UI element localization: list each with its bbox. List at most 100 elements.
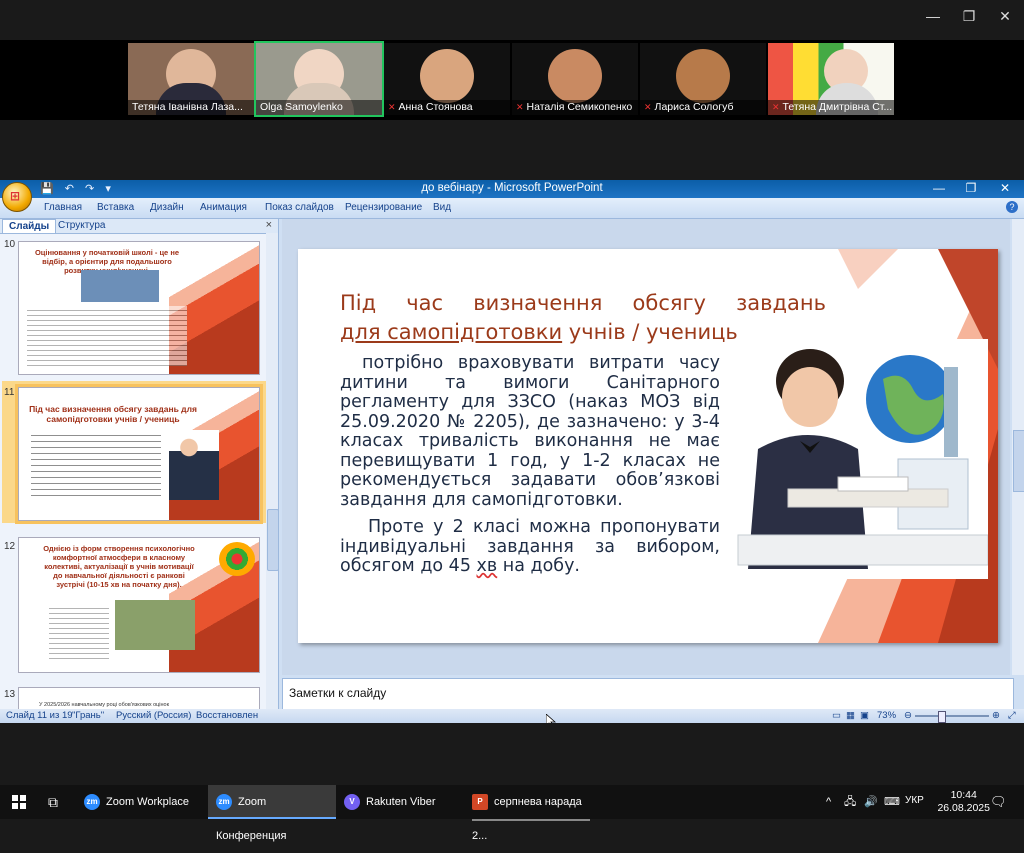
normal-view-icon[interactable]: ▭ xyxy=(832,710,841,721)
slide-paragraph-1: потрібно враховувати витрати часу дитини… xyxy=(340,353,720,510)
participant-tile[interactable]: ✕ Наталія Семикопенко xyxy=(512,43,638,115)
sorter-view-icon[interactable]: ▦ xyxy=(846,710,855,721)
zoom-slider-handle[interactable] xyxy=(938,711,946,723)
slide-number: 11 xyxy=(4,387,15,398)
zoom-minimize-button[interactable]: — xyxy=(918,8,948,24)
pane-tabs: Слайды Структура × xyxy=(0,219,278,234)
slides-pane-scrollbar[interactable] xyxy=(266,233,278,709)
office-button[interactable]: ⊞ xyxy=(2,182,32,212)
system-clock[interactable]: 10:44 26.08.2025 xyxy=(937,789,990,815)
thumbnail-photo xyxy=(115,600,195,650)
spellcheck-word: хв xyxy=(476,556,498,576)
zoom-out-icon[interactable]: ⊖ xyxy=(904,710,912,721)
tab-animation[interactable]: Анимация xyxy=(200,202,247,213)
fit-window-icon[interactable]: ⤢ xyxy=(1008,710,1016,721)
status-language[interactable]: Русский (Россия) xyxy=(116,710,191,721)
pane-close-button[interactable]: × xyxy=(266,219,272,231)
paragraph-2-end: на добу. xyxy=(497,556,580,576)
zoom-share-background xyxy=(0,120,1024,180)
network-icon[interactable]: 🖧 xyxy=(844,785,860,819)
slide-area-scroll-thumb[interactable] xyxy=(1013,430,1024,492)
office-logo-icon: ⊞ xyxy=(10,189,21,203)
participant-name: ✕ Анна Стоянова xyxy=(384,100,510,115)
participant-tile[interactable]: ✕ Тетяна Дмитрівна Ст... xyxy=(768,43,894,115)
slide-thumbnail-13[interactable]: У 2025/2026 навчальному році обов'язкови… xyxy=(18,687,260,711)
mic-muted-icon: ✕ xyxy=(516,102,524,112)
clock-date: 26.08.2025 xyxy=(937,802,990,814)
ribbon-tabs: Главная Вставка Дизайн Анимация Показ сл… xyxy=(0,198,1024,219)
tab-insert[interactable]: Вставка xyxy=(97,202,134,213)
zoom-video-gallery: Тетяна Іванівна Лаза... Olga Samoylenko … xyxy=(0,40,1024,120)
zoom-close-button[interactable]: ✕ xyxy=(990,8,1020,25)
zoom-share-background-bottom xyxy=(0,723,1024,785)
participant-tile[interactable]: ✕ Лариса Сологуб xyxy=(640,43,766,115)
mic-muted-icon: ✕ xyxy=(388,102,396,112)
zoom-slider[interactable] xyxy=(915,715,989,717)
ppt-restore-button[interactable]: ❐ xyxy=(956,181,986,195)
participant-name: ✕ Наталія Семикопенко xyxy=(512,100,638,115)
taskbar-viber[interactable]: V Rakuten Viber xyxy=(344,785,460,819)
participant-tile-active-speaker[interactable]: Olga Samoylenko xyxy=(254,41,384,117)
slides-pane: Слайды Структура × 10 Оцінювання у почат… xyxy=(0,219,279,711)
tray-chevron-icon[interactable]: ^ xyxy=(826,785,840,819)
clock-time: 10:44 xyxy=(950,789,977,801)
windows-taskbar: ⧉ zm Zoom Workplace zm Zoom Конференция VR… xyxy=(0,785,1024,842)
taskbar-powerpoint[interactable]: Pсерпнева нарада 2... xyxy=(472,785,590,842)
thumbnail-text: У 2025/2026 навчальному році обов'язкови… xyxy=(39,702,170,708)
tab-home[interactable]: Главная xyxy=(44,202,82,213)
notes-placeholder: Заметки к слайду xyxy=(289,686,387,700)
ppt-minimize-button[interactable]: — xyxy=(924,181,954,195)
slide-number: 10 xyxy=(4,239,16,250)
slide-title-line2: для самопідготовки учнів / учениць xyxy=(340,318,826,347)
slide-number: 13 xyxy=(4,689,16,700)
status-slide-count: Слайд 11 из 19 xyxy=(6,710,73,721)
input-language[interactable]: УКР xyxy=(905,795,924,806)
zoom-in-icon[interactable]: ⊕ xyxy=(992,710,1000,721)
taskbar-zoom-workplace[interactable]: zm Zoom Workplace xyxy=(84,785,204,819)
title-underlined-text: для самопідготовки xyxy=(340,320,563,344)
title-rest-text: учнів / учениць xyxy=(562,320,738,344)
slide-paragraph-2: Проте у 2 класі можна пропонувати індиві… xyxy=(340,517,720,577)
zoom-top-bar: — ❐ ✕ xyxy=(0,0,1024,40)
slide-thumbnail-12[interactable]: Однією із форм створення психологічно ко… xyxy=(18,537,260,673)
tab-review[interactable]: Рецензирование xyxy=(345,202,422,213)
status-state: Восстановлен xyxy=(196,710,259,721)
thumbnail-photo xyxy=(169,430,219,500)
slides-pane-scroll-thumb[interactable] xyxy=(267,509,279,571)
participant-name: Olga Samoylenko xyxy=(256,100,382,115)
ppt-title-bar: 💾 ↶ ↷ ▾ до вебінару - Microsoft PowerPoi… xyxy=(0,180,1024,198)
tab-slideshow[interactable]: Показ слайдов xyxy=(265,202,334,213)
zoom-restore-button[interactable]: ❐ xyxy=(954,8,984,25)
slide-thumbnail-10[interactable]: Оцінювання у початковій школі - це не ві… xyxy=(18,241,260,375)
current-slide[interactable]: Під час визначення обсягу завдань для са… xyxy=(298,249,998,643)
slideshow-view-icon[interactable]: ▣ xyxy=(860,710,869,721)
slide-title-line1: Під час визначення обсягу завдань xyxy=(340,291,826,315)
thumbnail-title: Однією із форм створення психологічно ко… xyxy=(43,544,195,589)
tab-design[interactable]: Дизайн xyxy=(150,202,184,213)
mic-muted-icon: ✕ xyxy=(772,102,780,112)
slide-thumbnail-11[interactable]: Під час визначення обсягу завдань для са… xyxy=(15,384,263,524)
taskbar-zoom-conference[interactable]: zm Zoom Конференция xyxy=(208,785,336,842)
zoom-level[interactable]: 73% xyxy=(877,710,896,721)
thumbnail-photo xyxy=(81,270,159,302)
participant-name: ✕ Лариса Сологуб xyxy=(640,100,766,115)
slide-number: 12 xyxy=(4,541,16,552)
tab-outline[interactable]: Структура xyxy=(52,219,111,232)
task-view-icon[interactable]: ⧉ xyxy=(48,785,68,819)
participant-tile[interactable]: ✕ Анна Стоянова xyxy=(384,43,510,115)
tab-view[interactable]: Вид xyxy=(433,202,451,213)
ppt-close-button[interactable]: ✕ xyxy=(990,181,1020,195)
keyboard-icon[interactable]: ⌨ xyxy=(884,785,900,819)
document-title: до вебінару - Microsoft PowerPoint xyxy=(421,182,603,194)
volume-icon[interactable]: 🔊 xyxy=(864,785,880,819)
participant-tile[interactable]: Тетяна Іванівна Лаза... xyxy=(128,43,254,115)
help-icon[interactable]: ? xyxy=(1006,201,1018,213)
notes-pane[interactable]: Заметки к слайду xyxy=(282,678,1014,711)
thumbnail-title: Під час визначення обсягу завдань для са… xyxy=(29,404,197,424)
tab-slides[interactable]: Слайды xyxy=(2,219,57,233)
boy-with-globe-illustration xyxy=(718,339,988,579)
status-bar: Слайд 11 из 19 "Грань" Русский (Россия) … xyxy=(0,709,1024,723)
participant-name: ✕ Тетяна Дмитрівна Ст... xyxy=(768,100,894,115)
notifications-icon[interactable]: 🗨 xyxy=(990,785,1010,819)
windows-start-icon[interactable] xyxy=(12,785,32,819)
